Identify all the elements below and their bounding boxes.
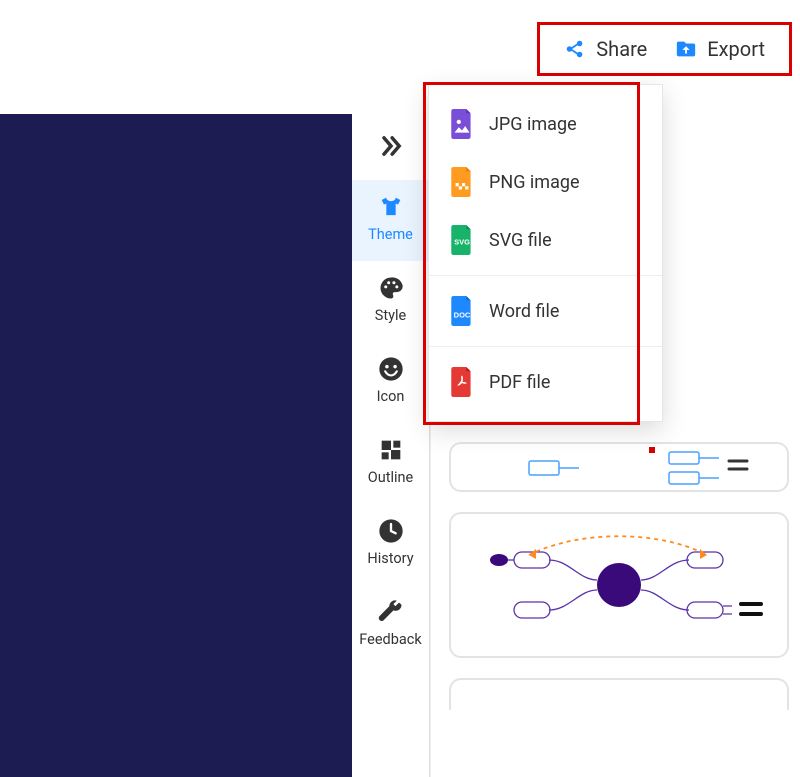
divider (429, 275, 662, 276)
export-item-label: Word file (489, 301, 559, 322)
share-button[interactable]: Share (550, 31, 661, 67)
jpg-file-icon (449, 109, 475, 139)
sidenav-item-outline[interactable]: Outline (352, 423, 429, 504)
sidenav-item-style[interactable]: Style (352, 261, 429, 342)
export-item-pdf[interactable]: PDF file (429, 353, 662, 411)
divider (429, 346, 662, 347)
word-file-icon: DOC (449, 296, 475, 326)
sidenav-item-feedback[interactable]: Feedback (352, 585, 429, 666)
theme-card[interactable] (449, 678, 789, 710)
sidenav-item-icon[interactable]: Icon (352, 342, 429, 423)
sidenav-item-label: Feedback (359, 631, 421, 648)
share-label: Share (596, 37, 647, 61)
sidenav-item-label: Icon (377, 388, 405, 405)
sidenav-item-history[interactable]: History (352, 504, 429, 585)
export-label: Export (707, 37, 765, 61)
expand-panel-button[interactable] (352, 132, 429, 160)
smiley-icon (376, 354, 406, 384)
svg-file-icon: SVG (449, 225, 475, 255)
png-file-icon (449, 167, 475, 197)
sidenav-item-label: Outline (368, 469, 413, 486)
export-item-svg[interactable]: SVG SVG file (429, 211, 662, 269)
export-item-label: PDF file (489, 372, 550, 393)
outline-icon (376, 435, 406, 465)
palette-icon (376, 273, 406, 303)
wrench-icon (376, 597, 406, 627)
export-item-label: PNG image (489, 172, 580, 193)
export-item-word[interactable]: DOC Word file (429, 282, 662, 340)
export-item-label: JPG image (489, 114, 577, 135)
clock-icon (376, 516, 406, 546)
svg-text:DOC: DOC (454, 310, 471, 319)
canvas-area[interactable] (0, 114, 352, 777)
top-toolbar: Share Export (537, 22, 792, 76)
sidenav-item-label: History (367, 550, 413, 567)
export-item-label: SVG file (489, 230, 552, 251)
sidenav-item-label: Style (375, 307, 406, 324)
export-icon (675, 38, 697, 60)
side-nav: Theme Style Icon Outline History Feedbac… (352, 114, 430, 777)
export-button[interactable]: Export (661, 31, 779, 67)
export-item-jpg[interactable]: JPG image (429, 95, 662, 153)
sidenav-item-theme[interactable]: Theme (352, 180, 429, 261)
export-dropdown: JPG image PNG image SVG SVG file DOC Wor… (428, 84, 663, 422)
pdf-file-icon (449, 367, 475, 397)
theme-card[interactable] (449, 442, 789, 492)
sidenav-item-label: Theme (368, 226, 413, 243)
theme-card[interactable] (449, 512, 789, 658)
share-icon (564, 38, 586, 60)
tshirt-icon (376, 192, 406, 222)
svg-text:SVG: SVG (454, 237, 470, 246)
export-item-png[interactable]: PNG image (429, 153, 662, 211)
